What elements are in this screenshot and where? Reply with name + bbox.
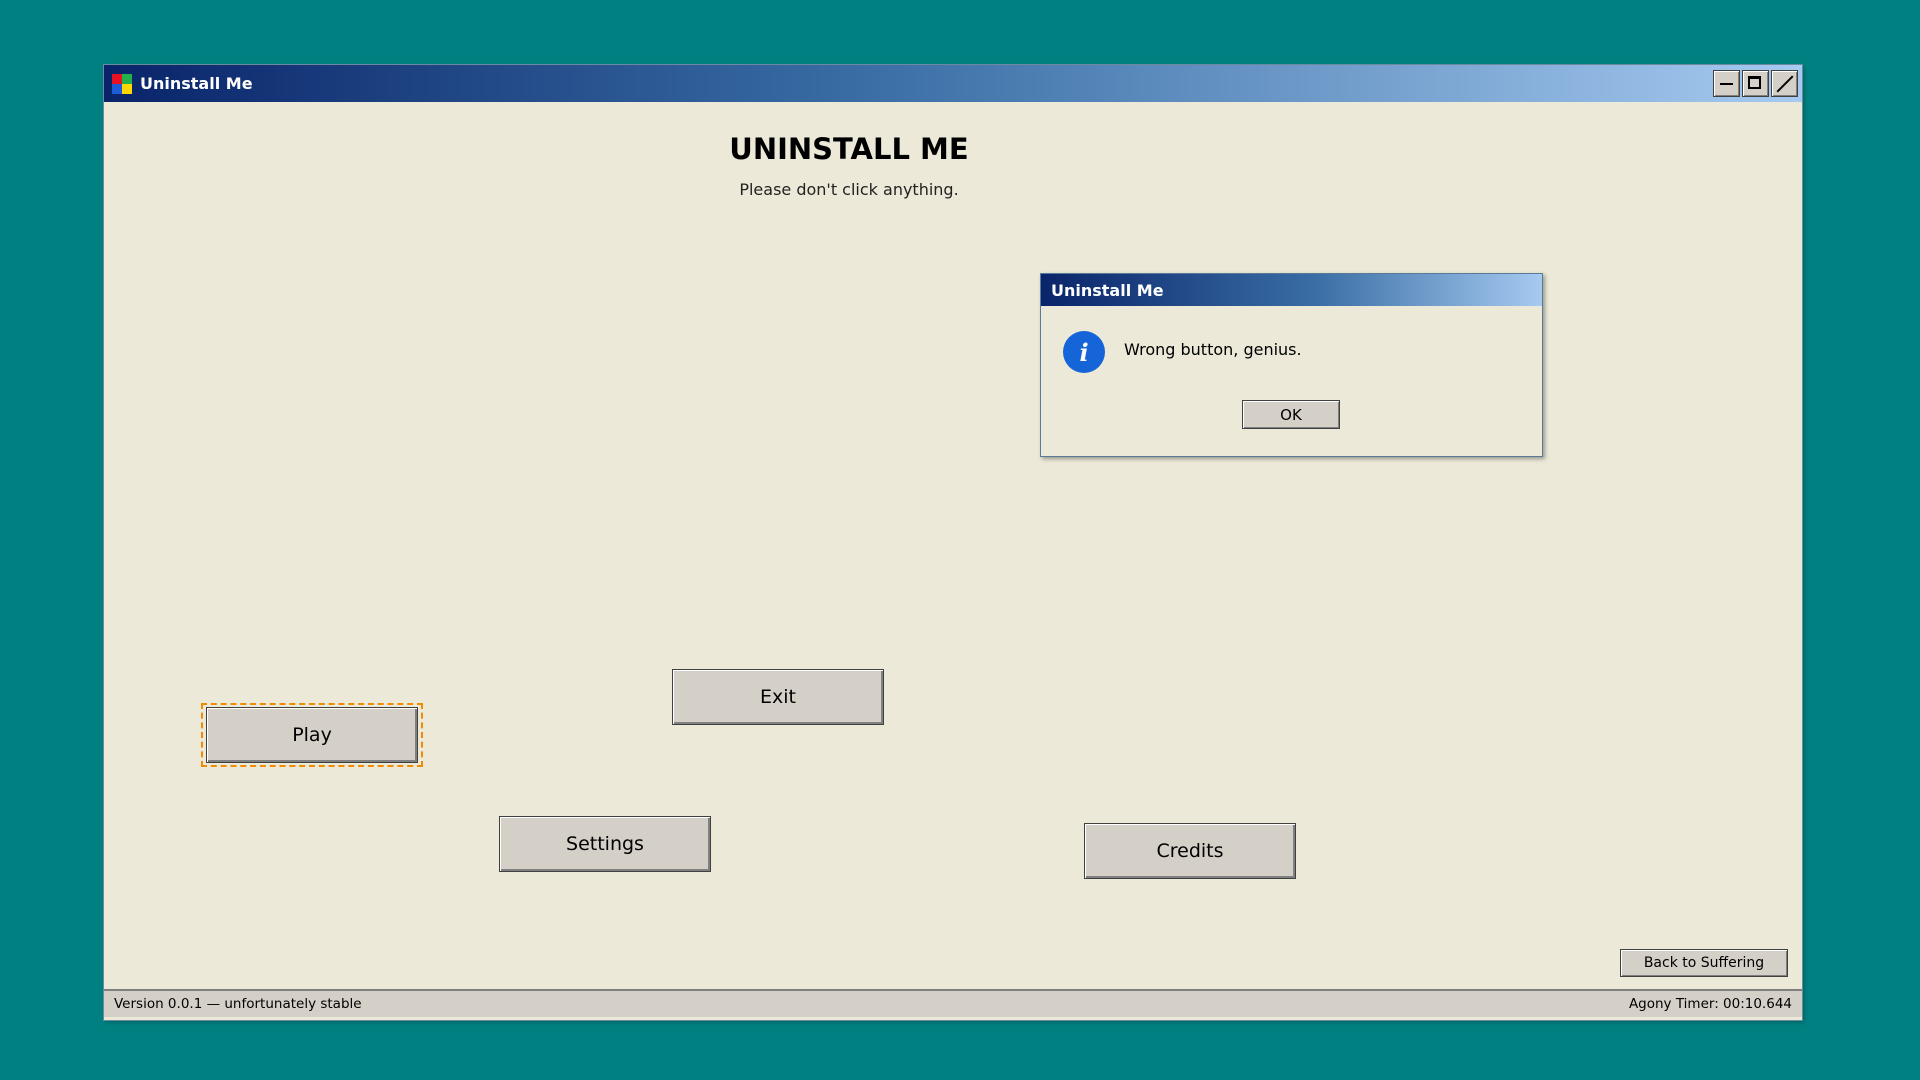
agony-timer: Agony Timer: 00:10.644 [1628, 996, 1792, 1012]
window-title: Uninstall Me [140, 74, 253, 93]
message-dialog: Uninstall Me i Wrong button, genius. OK [1040, 273, 1543, 457]
version-label: Version 0.0.1 — unfortunately stable [114, 996, 362, 1012]
page-title: UNINSTALL ME [729, 132, 969, 166]
window-controls [1713, 70, 1798, 97]
play-button-focus-ring [201, 703, 423, 767]
ok-button[interactable]: OK [1242, 400, 1340, 429]
back-to-suffering-button[interactable]: Back to Suffering [1620, 949, 1788, 977]
status-bar: Version 0.0.1 — unfortunately stable Ago… [104, 989, 1802, 1017]
credits-button[interactable]: Credits [1084, 823, 1296, 879]
settings-button[interactable]: Settings [499, 816, 711, 872]
dialog-title: Uninstall Me [1051, 280, 1164, 300]
info-icon: i [1063, 331, 1105, 373]
close-icon[interactable] [1771, 70, 1798, 97]
page-subtitle: Please don't click anything. [739, 180, 959, 199]
main-window: Uninstall Me Play Exit Settings Credits … [104, 65, 1802, 1020]
dialog-message: Wrong button, genius. [1124, 340, 1302, 359]
exit-button[interactable]: Exit [672, 669, 884, 725]
window-titlebar[interactable]: Uninstall Me [104, 65, 1802, 102]
windows-logo-icon [112, 73, 132, 94]
maximize-icon[interactable] [1742, 70, 1769, 97]
minimize-icon[interactable] [1713, 70, 1740, 97]
dialog-titlebar[interactable]: Uninstall Me [1041, 274, 1542, 306]
